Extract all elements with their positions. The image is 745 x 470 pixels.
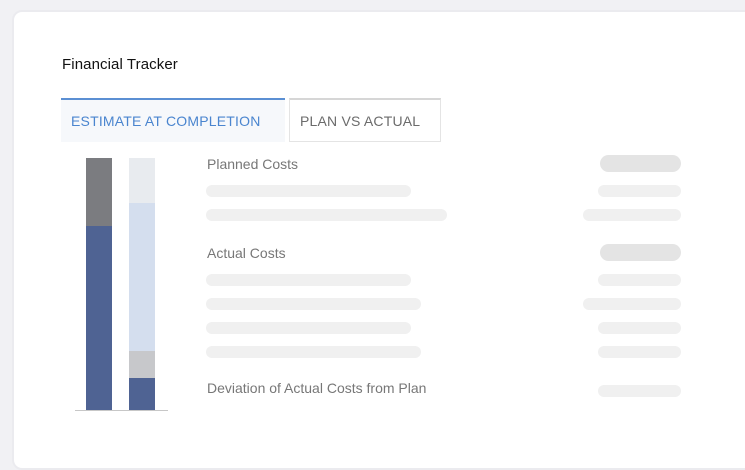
planned-row-label-placeholder (206, 209, 447, 221)
chart-baseline (75, 410, 168, 411)
actual-bar-mid-segment (129, 203, 155, 351)
actual-costs-total-placeholder (600, 244, 681, 261)
actual-row-label-placeholder (206, 346, 421, 358)
deviation-value-placeholder (598, 385, 681, 397)
actual-row-value-placeholder (598, 274, 681, 286)
planned-bar-top-segment (86, 158, 112, 226)
actual-costs-label: Actual Costs (207, 245, 286, 261)
planned-costs-total-placeholder (600, 155, 681, 172)
planned-row-value-placeholder (583, 209, 681, 221)
actual-row-value-placeholder (598, 322, 681, 334)
actual-row-label-placeholder (206, 274, 411, 286)
actual-bar-bottom-segment (129, 378, 155, 410)
deviation-label: Deviation of Actual Costs from Plan (207, 380, 427, 396)
actual-bar-gray-segment (129, 351, 155, 378)
widget-title: Financial Tracker (62, 56, 178, 73)
actual-row-label-placeholder (206, 298, 421, 310)
actual-row-value-placeholder (583, 298, 681, 310)
actual-row-label-placeholder (206, 322, 411, 334)
tab-plan-vs-actual[interactable]: PLAN VS ACTUAL (289, 98, 441, 142)
planned-row-label-placeholder (206, 185, 411, 197)
tab-estimate-at-completion[interactable]: ESTIMATE AT COMPLETION (61, 98, 285, 142)
financial-tracker-card (12, 10, 745, 470)
planned-costs-label: Planned Costs (207, 156, 299, 172)
actual-row-value-placeholder (598, 346, 681, 358)
planned-row-value-placeholder (598, 185, 681, 197)
planned-bar-bottom-segment (86, 226, 112, 410)
actual-bar-top-segment (129, 158, 155, 203)
